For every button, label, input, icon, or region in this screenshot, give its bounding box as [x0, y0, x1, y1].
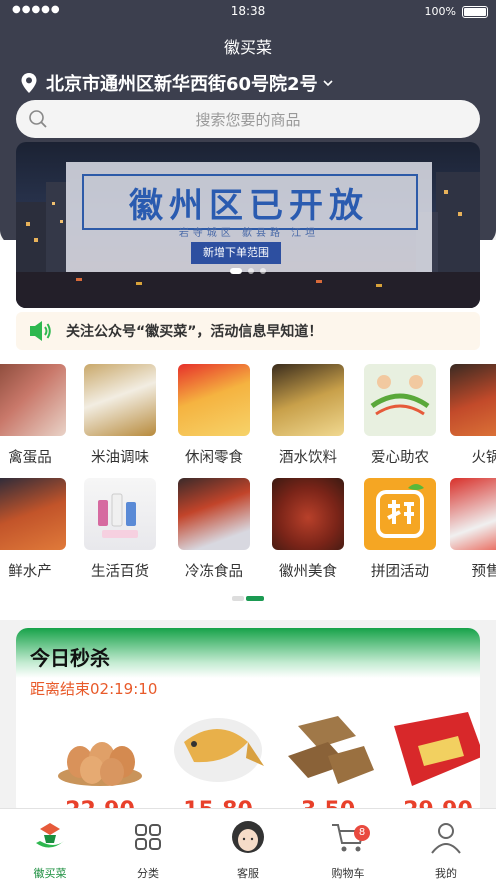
- home-logo-icon: [36, 823, 64, 848]
- battery-percent: 100%: [424, 5, 456, 18]
- category-label: 禽蛋品: [8, 450, 52, 466]
- category-image: [450, 364, 496, 436]
- category-image: [0, 478, 66, 550]
- category-huizhou-food[interactable]: 徽州美食: [270, 478, 346, 581]
- category-page-dot[interactable]: [232, 596, 244, 601]
- location-pin-icon: [21, 73, 37, 93]
- product-snack[interactable]: [388, 706, 480, 796]
- category-hotpot[interactable]: 火锅: [448, 364, 496, 467]
- category-pagination: [0, 596, 496, 601]
- group-buy-icon: [376, 484, 424, 538]
- category-label: 徽州美食: [279, 564, 337, 580]
- cart-badge: 8: [354, 825, 370, 841]
- promo-banner[interactable]: 徽州区已开放 岩寺城区 歙县路 江坦 新增下单范围: [16, 142, 480, 308]
- category-label: 爱心助农: [371, 450, 429, 466]
- banner-dot[interactable]: [230, 268, 242, 274]
- status-time: 18:38: [230, 4, 266, 18]
- category-image: [364, 364, 436, 436]
- category-image: [178, 364, 250, 436]
- banner-tag: 新增下单范围: [191, 242, 281, 264]
- search-icon: [29, 110, 47, 128]
- notice-text: 关注公众号“徽买菜”，活动信息早知道！: [66, 324, 323, 340]
- search-bar[interactable]: 搜索您要的商品: [16, 100, 480, 138]
- category-presale[interactable]: 预售: [448, 478, 496, 581]
- category-rice-oil[interactable]: 米油调味: [82, 364, 158, 467]
- flash-sale-countdown: 距离结束02:19:10: [30, 680, 158, 698]
- category-image: [0, 364, 66, 436]
- category-image: [364, 478, 436, 550]
- banner-pagination: [230, 268, 266, 274]
- chevron-down-icon: [323, 80, 333, 87]
- tab-label: 分类: [137, 867, 159, 880]
- category-label: 拼团活动: [371, 564, 429, 580]
- category-label: 火锅: [471, 450, 496, 466]
- category-group-buy[interactable]: 拼团活动: [362, 478, 438, 581]
- product-eggs[interactable]: [50, 706, 150, 796]
- category-image: [178, 478, 250, 550]
- tab-profile[interactable]: 我的: [406, 819, 486, 881]
- tab-cart[interactable]: 8 购物车: [308, 819, 388, 881]
- category-snacks[interactable]: 休闲零食: [176, 364, 252, 467]
- status-bar: ●●●●● 18:38 100%: [0, 0, 496, 24]
- product-fish[interactable]: [168, 706, 268, 796]
- tab-home[interactable]: 徽买菜: [10, 819, 90, 881]
- category-daily-goods[interactable]: 生活百货: [82, 478, 158, 581]
- tab-service[interactable]: 客服: [208, 819, 288, 881]
- category-label: 酒水饮料: [279, 450, 337, 466]
- banner-headline: 徽州区已开放: [129, 186, 369, 226]
- tab-label: 客服: [237, 867, 259, 880]
- category-image: [84, 478, 156, 550]
- category-image: [450, 478, 496, 550]
- category-image: [84, 364, 156, 436]
- banner-dot[interactable]: [260, 268, 266, 274]
- category-label: 米油调味: [91, 450, 149, 466]
- product-tofu[interactable]: [278, 706, 378, 796]
- flash-sale-section: 今日秒杀 距离结束02:19:10 22.90 15.80 3.50 29.90: [16, 628, 480, 818]
- category-label: 冷冻食品: [185, 564, 243, 580]
- category-eggs[interactable]: 禽蛋品: [0, 364, 68, 467]
- search-placeholder: 搜索您要的商品: [195, 110, 301, 129]
- location-selector[interactable]: 北京市通州区新华西街60号院2号: [20, 70, 334, 96]
- category-label: 休闲零食: [185, 450, 243, 466]
- app-title: 徽买菜: [223, 38, 272, 57]
- category-label: 鲜水产: [8, 564, 52, 580]
- battery-icon: [462, 6, 488, 18]
- category-label: 生活百货: [91, 564, 149, 580]
- category-image: [272, 364, 344, 436]
- bottom-tab-bar: 徽买菜 分类 客服 8 购物车 我的: [0, 808, 496, 882]
- banner-subtitle: 岩寺城区 歙县路 江坦: [178, 228, 320, 239]
- banner-dot[interactable]: [248, 268, 254, 274]
- tab-label: 我的: [435, 867, 457, 880]
- service-avatar-icon: [232, 821, 264, 853]
- grid-icon: [135, 824, 161, 850]
- location-address: 北京市通州区新华西街60号院2号: [46, 74, 318, 95]
- category-farm-aid[interactable]: 爱心助农: [362, 364, 438, 467]
- user-icon: [431, 823, 461, 854]
- category-label: 预售: [471, 564, 496, 580]
- tab-label: 购物车: [331, 867, 365, 880]
- tab-category[interactable]: 分类: [108, 819, 188, 881]
- category-image: [272, 478, 344, 550]
- category-drinks[interactable]: 酒水饮料: [270, 364, 346, 467]
- category-page-dot[interactable]: [246, 596, 264, 601]
- category-frozen[interactable]: 冷冻食品: [176, 478, 252, 581]
- speaker-icon: [30, 321, 51, 341]
- flash-sale-title: 今日秒杀: [30, 646, 110, 670]
- tab-label: 徽买菜: [33, 867, 67, 880]
- category-seafood[interactable]: 鲜水产: [0, 478, 68, 581]
- category-grid: 禽蛋品 米油调味 休闲零食 酒水饮料 爱心助农 火锅 鲜水产 生活百货 冷冻食品…: [0, 360, 496, 590]
- notice-bar[interactable]: 关注公众号“徽买菜”，活动信息早知道！: [16, 312, 480, 350]
